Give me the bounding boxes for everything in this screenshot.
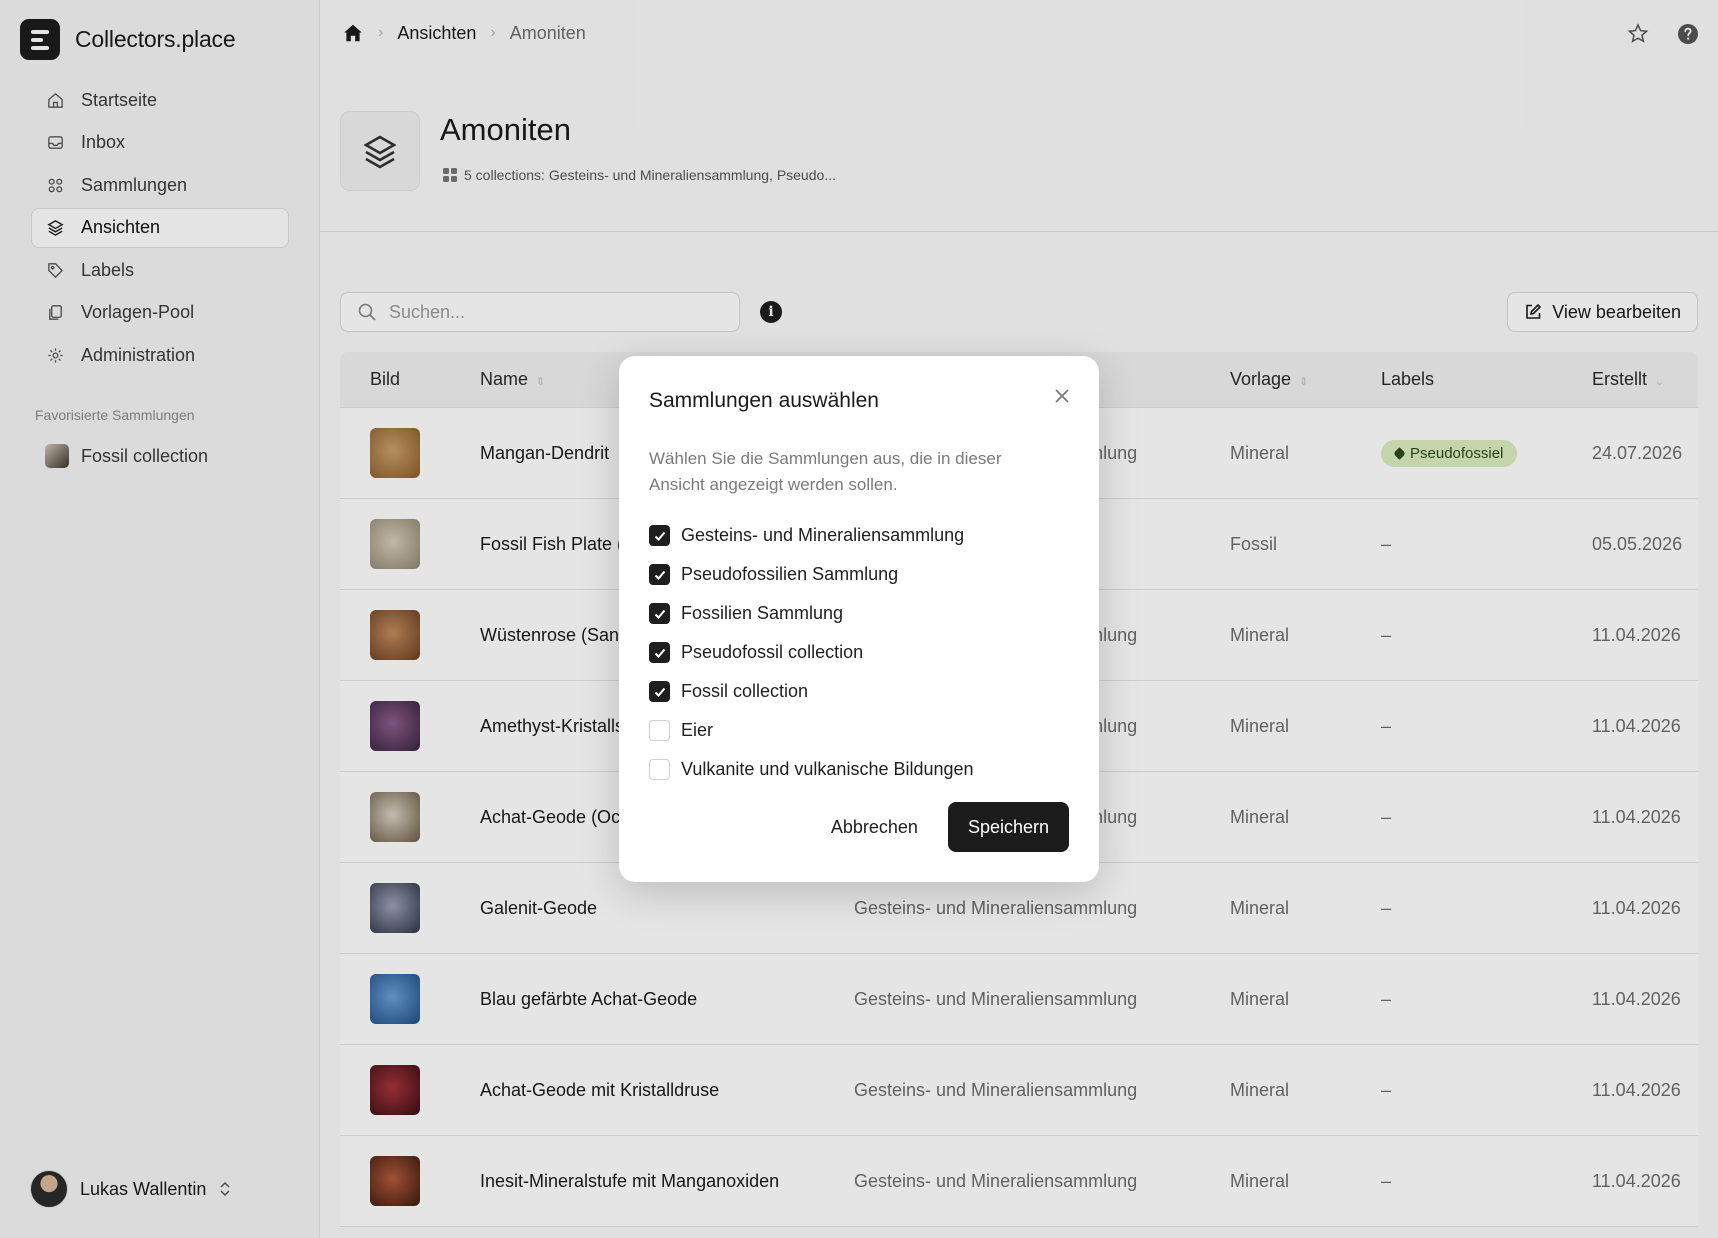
checkbox[interactable] (649, 603, 670, 624)
checkbox[interactable] (649, 759, 670, 780)
option-label: Fossilien Sammlung (681, 603, 844, 623)
option-label: Pseudofossilien Sammlung (681, 564, 899, 584)
dialog-title: Sammlungen auswählen (649, 389, 879, 412)
collection-option[interactable]: Fossilien Sammlung (649, 594, 974, 633)
collection-options: Gesteins- und Mineraliensammlung Pseudofo… (649, 516, 974, 789)
collection-option[interactable]: Vulkanite und vulkanische Bildungen (649, 750, 974, 789)
check-icon (654, 531, 665, 541)
select-collections-dialog: Sammlungen auswählen Wählen Sie die Samm… (619, 356, 1099, 882)
checkbox[interactable] (649, 564, 670, 585)
option-label: Vulkanite und vulkanische Bildungen (681, 759, 974, 779)
cancel-button[interactable]: Abbrechen (831, 817, 918, 838)
collection-option[interactable]: Pseudofossilien Sammlung (649, 555, 974, 594)
option-label: Pseudofossil collection (681, 642, 864, 662)
option-label: Gesteins- und Mineraliensammlung (681, 525, 965, 545)
save-button[interactable]: Speichern (947, 802, 1069, 852)
close-icon[interactable] (1053, 386, 1071, 410)
checkbox[interactable] (649, 681, 670, 702)
collection-option[interactable]: Pseudofossil collection (649, 633, 974, 672)
check-icon (654, 687, 665, 697)
option-label: Fossil collection (681, 681, 809, 701)
collection-option[interactable]: Fossil collection (649, 672, 974, 711)
collection-option[interactable]: Gesteins- und Mineraliensammlung (649, 516, 974, 555)
checkbox[interactable] (649, 720, 670, 741)
checkbox[interactable] (649, 525, 670, 546)
checkbox[interactable] (649, 642, 670, 663)
check-icon (654, 609, 665, 619)
check-icon (654, 570, 665, 580)
dialog-description: Wählen Sie die Sammlungen aus, die in di… (649, 449, 1002, 494)
collection-option[interactable]: Eier (649, 711, 974, 750)
check-icon (654, 648, 665, 658)
dialog-actions: Abbrechen Speichern (831, 802, 1069, 852)
option-label: Eier (681, 720, 714, 740)
